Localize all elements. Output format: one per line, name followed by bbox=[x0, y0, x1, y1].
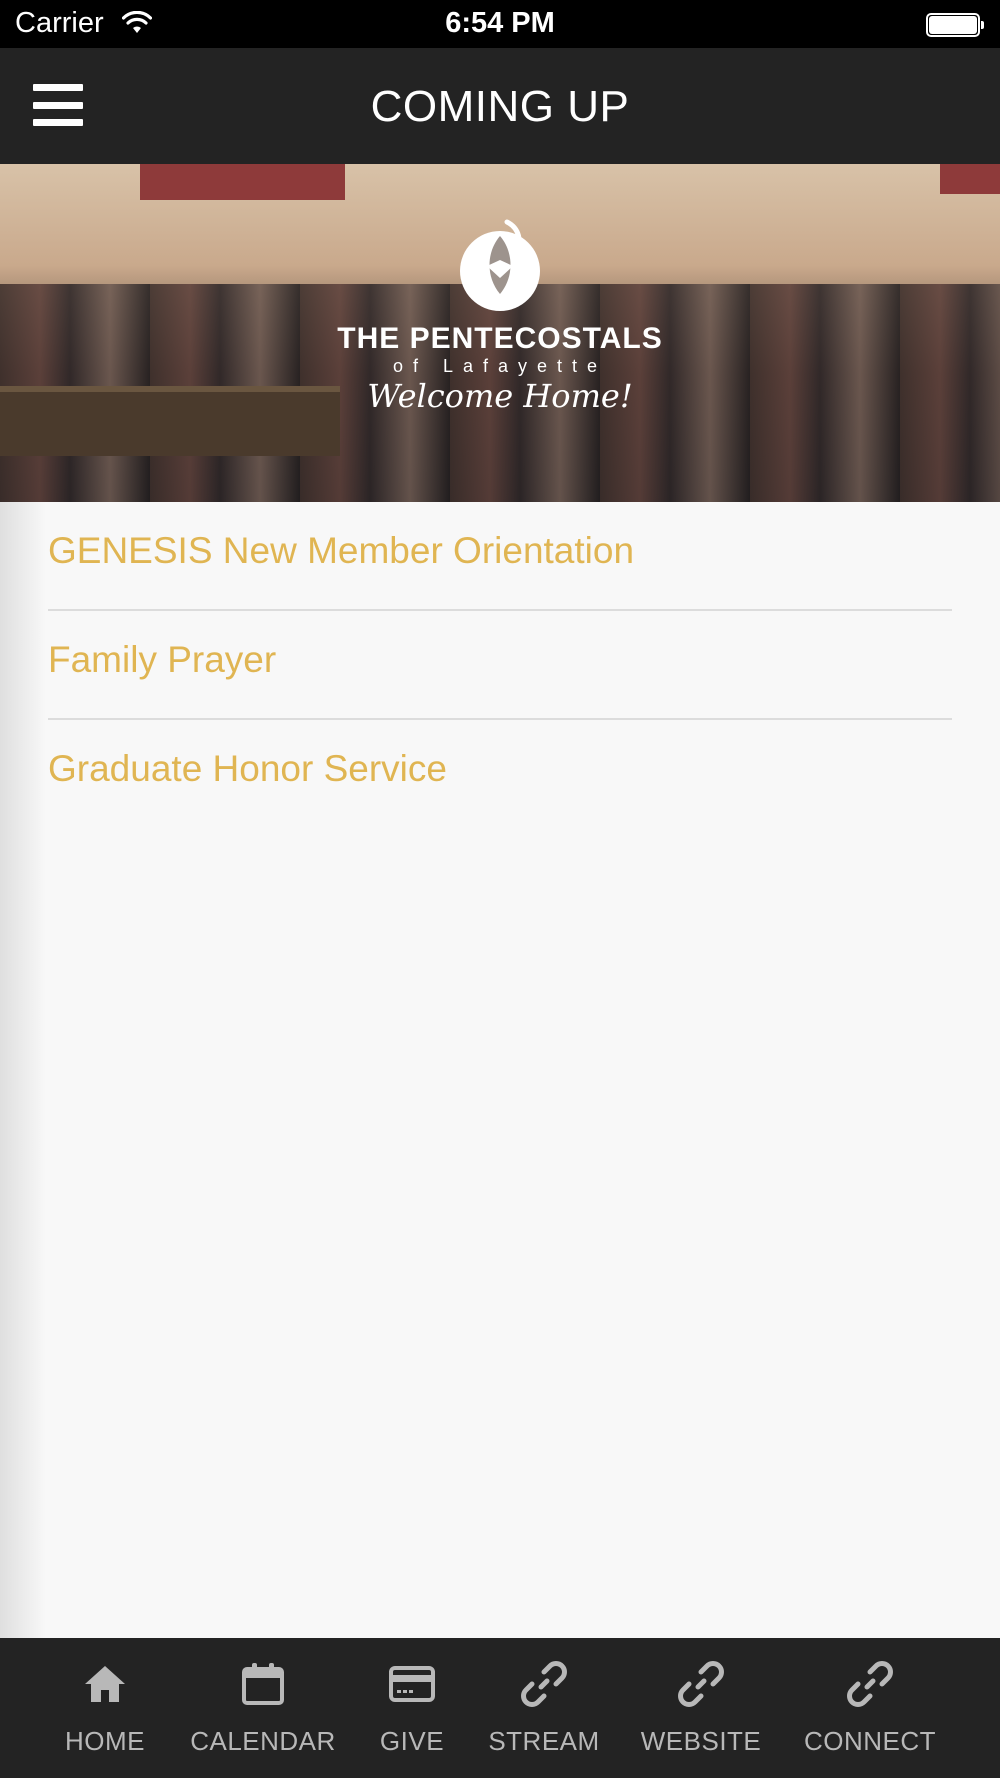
link-icon bbox=[521, 1661, 567, 1707]
page-title: COMING UP bbox=[370, 82, 630, 131]
tab-label: HOME bbox=[65, 1726, 145, 1756]
tab-label: CONNECT bbox=[803, 1726, 937, 1756]
tab-home[interactable]: HOME bbox=[55, 1638, 155, 1778]
tab-label: CALENDAR bbox=[190, 1726, 336, 1756]
tab-connect[interactable]: CONNECT bbox=[803, 1638, 937, 1778]
banner-curtain bbox=[940, 164, 1000, 194]
status-time: 6:54 PM bbox=[445, 7, 555, 39]
status-bar: Carrier 6:54 PM bbox=[0, 0, 1000, 48]
credit-card-icon bbox=[389, 1666, 435, 1702]
side-shadow bbox=[0, 502, 46, 1638]
nav-bar: COMING UP bbox=[0, 48, 1000, 164]
banner-curtain bbox=[140, 164, 345, 200]
home-icon bbox=[85, 1666, 125, 1702]
tab-label: WEBSITE bbox=[640, 1726, 762, 1756]
tab-bar: HOME CALENDAR GIVE STREAM WEBSITE CONNEC… bbox=[0, 1638, 1000, 1778]
tab-give[interactable]: GIVE bbox=[372, 1638, 452, 1778]
event-list: GENESIS New Member Orientation Family Pr… bbox=[48, 502, 952, 829]
logo-title: THE PENTECOSTALS bbox=[337, 322, 663, 355]
tab-calendar[interactable]: CALENDAR bbox=[190, 1638, 336, 1778]
list-item[interactable]: Graduate Honor Service bbox=[48, 720, 952, 829]
logo-subtitle: of Lafayette bbox=[392, 356, 608, 376]
list-item[interactable]: GENESIS New Member Orientation bbox=[48, 502, 952, 611]
list-item[interactable]: Family Prayer bbox=[48, 611, 952, 720]
tab-website[interactable]: WEBSITE bbox=[640, 1638, 762, 1778]
link-icon bbox=[847, 1661, 893, 1707]
tab-label: GIVE bbox=[379, 1726, 445, 1756]
logo-tagline: Welcome Home! bbox=[367, 377, 633, 415]
tab-label: STREAM bbox=[488, 1726, 600, 1756]
hero-banner: THE PENTECOSTALS of Lafayette Welcome Ho… bbox=[0, 164, 1000, 502]
church-logo: THE PENTECOSTALS of Lafayette Welcome Ho… bbox=[0, 216, 1000, 415]
dove-logo-icon bbox=[460, 219, 540, 311]
calendar-icon bbox=[242, 1663, 284, 1705]
tab-stream[interactable]: STREAM bbox=[488, 1638, 600, 1778]
battery-icon bbox=[926, 13, 984, 37]
link-icon bbox=[678, 1661, 724, 1707]
